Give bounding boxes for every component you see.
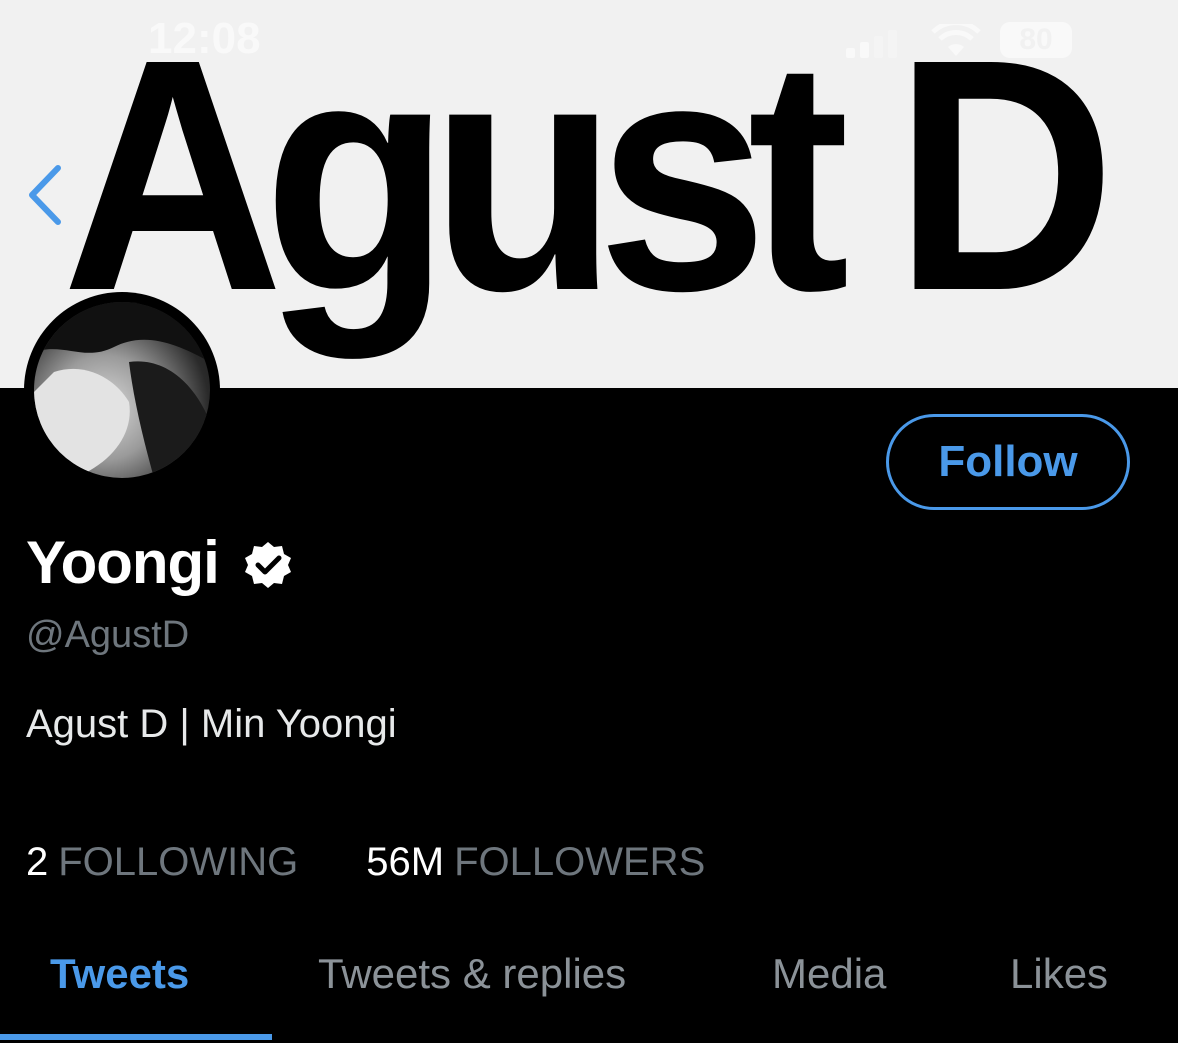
signal-icon <box>846 30 897 58</box>
followers-stat[interactable]: 56M FOLLOWERS <box>366 840 705 885</box>
followers-label: FOLLOWERS <box>454 840 706 884</box>
battery-icon: 80 <box>1000 22 1072 58</box>
wifi-icon <box>931 24 981 56</box>
bio: Agust D | Min Yoongi <box>26 702 397 746</box>
tab-likes[interactable]: Likes <box>1010 950 1108 998</box>
following-stat[interactable]: 2 FOLLOWING <box>26 840 298 885</box>
verified-badge-icon <box>244 541 291 588</box>
tab-tweets-replies[interactable]: Tweets & replies <box>318 950 626 998</box>
back-chevron-icon[interactable] <box>24 160 66 230</box>
following-label: FOLLOWING <box>58 840 299 884</box>
profile-tabs: Tweets Tweets & replies Media Likes <box>0 930 1178 1043</box>
profile-stats: 2 FOLLOWING 56M FOLLOWERS <box>26 840 705 885</box>
avatar[interactable] <box>24 292 220 488</box>
handle: @AgustD <box>26 614 190 656</box>
status-time: 12:08 <box>148 14 261 63</box>
display-name: Yoongi <box>26 529 220 596</box>
name-row: Yoongi <box>26 528 293 597</box>
tab-tweets[interactable]: Tweets <box>50 950 189 998</box>
tab-media[interactable]: Media <box>772 950 886 998</box>
active-tab-indicator <box>0 1034 272 1040</box>
following-count: 2 <box>26 840 49 884</box>
follow-button[interactable]: Follow <box>886 414 1130 510</box>
followers-count: 56M <box>366 840 445 884</box>
avatar-image <box>34 302 210 478</box>
